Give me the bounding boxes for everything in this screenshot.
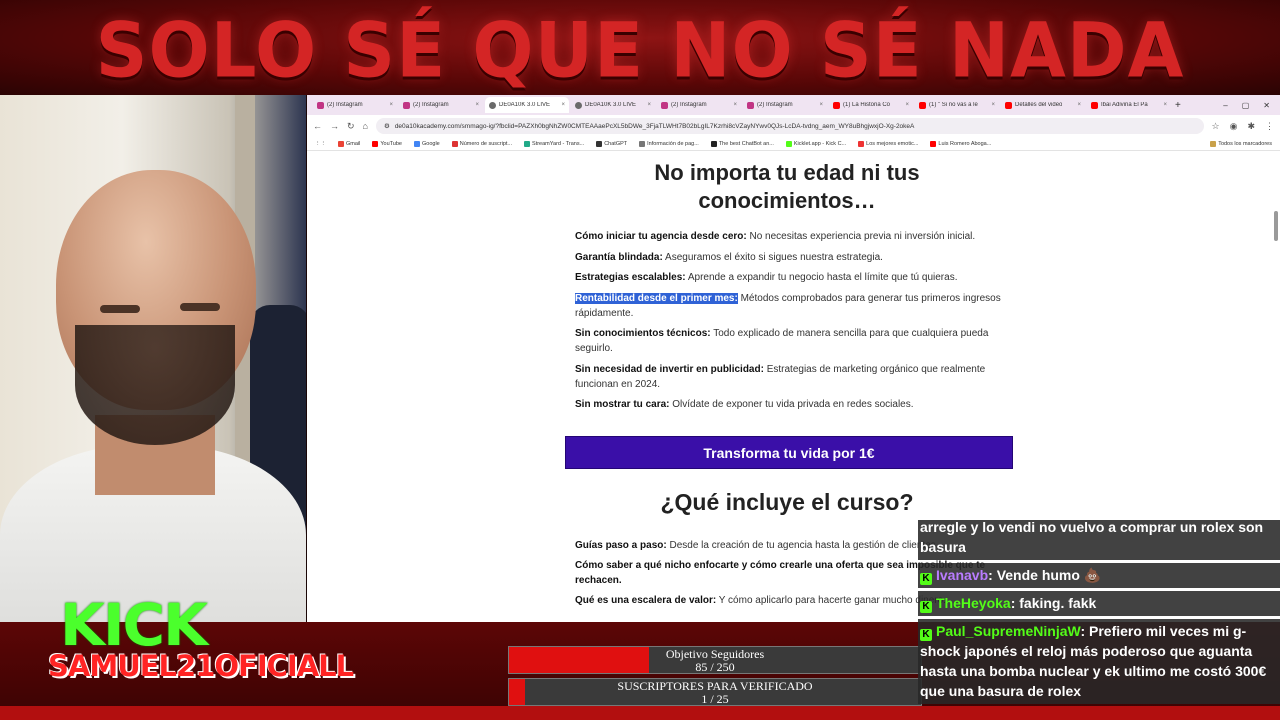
stream-frame: SOLO SÉ QUE NO SÉ NADA (2) Instagram × (2… xyxy=(0,0,1280,720)
streamer-username: SAMUEL21OFICIALL xyxy=(48,649,354,683)
list-item: Sin mostrar tu cara: Olvídate de exponer… xyxy=(575,399,914,410)
youtube-icon xyxy=(919,101,926,109)
minimize-icon[interactable]: – xyxy=(1223,101,1227,110)
tab-3[interactable]: DE0A10K 3.0 LIVE × xyxy=(485,97,569,113)
goal-value: 1 / 25 xyxy=(701,692,729,706)
tab-1[interactable]: (2) Instagram × xyxy=(313,97,397,113)
bookmark-kicklet[interactable]: Kicklet.app - Kick C... xyxy=(785,140,846,147)
menu-icon[interactable]: ⋮ xyxy=(1265,121,1274,132)
extension-icon[interactable]: ◉ xyxy=(1230,121,1238,132)
cta-button[interactable]: Transforma tu vida por 1€ xyxy=(565,436,1013,469)
banner-title: SOLO SÉ QUE NO SÉ NADA xyxy=(95,5,1185,95)
bookmark-subs[interactable]: Número de suscript... xyxy=(451,140,512,147)
tab-5[interactable]: (2) Instagram × xyxy=(657,97,741,113)
tab-10[interactable]: Ibai Adivina El Pa × xyxy=(1087,97,1171,113)
address-bar: ← → ↻ ⌂ ⚙ de0a10kacademy.com/smmago-ig/?… xyxy=(307,115,1280,137)
kick-badge-icon: K xyxy=(920,629,932,641)
instagram-icon xyxy=(317,101,324,109)
globe-icon xyxy=(489,101,496,109)
kick-badge-icon: K xyxy=(920,573,932,585)
instagram-icon xyxy=(747,101,754,109)
chat-username: Ivanavb xyxy=(936,567,989,583)
close-icon[interactable]: × xyxy=(1077,102,1081,108)
close-icon[interactable]: × xyxy=(905,102,909,108)
list-item: Rentabilidad desde el primer mes: Método… xyxy=(575,292,1001,319)
tab-bar: (2) Instagram × (2) Instagram × DE0A10K 3.… xyxy=(307,95,1280,115)
bookmark-streamyard[interactable]: StreamYard - Trans... xyxy=(524,140,584,147)
tab-4[interactable]: DE0A10K 3.0 LIVE × xyxy=(571,97,655,113)
close-icon[interactable]: × xyxy=(475,102,479,108)
instagram-icon xyxy=(661,101,668,109)
webcam-feed xyxy=(0,95,306,643)
youtube-icon xyxy=(1005,101,1012,109)
close-window-icon[interactable]: ✕ xyxy=(1263,101,1270,110)
chat-username: Paul_SupremeNinjaW xyxy=(936,623,1081,639)
followers-goal-bar: Objetivo Seguidores 85 / 250 xyxy=(508,646,922,674)
bookmark-lawyer[interactable]: Luis Romero Aboga... xyxy=(930,140,991,147)
bookmark-youtube[interactable]: YouTube xyxy=(372,140,402,147)
bookmark-info[interactable]: Información de pag... xyxy=(639,140,699,147)
tab-2[interactable]: (2) Instagram × xyxy=(399,97,483,113)
close-icon[interactable]: × xyxy=(1163,102,1167,108)
chat-username: TheHeyoka xyxy=(936,595,1011,611)
url-field[interactable]: ⚙ de0a10kacademy.com/smmago-ig/?fbclid=P… xyxy=(375,118,1204,134)
close-icon[interactable]: × xyxy=(389,102,393,108)
goal-label: Objetivo Seguidores xyxy=(665,647,765,661)
subscribers-goal-bar: SUSCRIPTORES PARA VERIFICADO 1 / 25 xyxy=(508,678,922,706)
tab-7[interactable]: (1) La Historia Co × xyxy=(829,97,913,113)
star-icon[interactable]: ☆ xyxy=(1212,121,1220,132)
site-info-icon[interactable]: ⚙ xyxy=(384,122,390,130)
top-banner: SOLO SÉ QUE NO SÉ NADA xyxy=(0,0,1280,95)
maximize-icon[interactable]: ▢ xyxy=(1242,101,1250,110)
tab-8[interactable]: (1) " Si no vas a le × xyxy=(915,97,999,113)
new-tab-icon[interactable]: + xyxy=(1175,100,1181,111)
chat-message: K TheHeyoka: faking. fakk xyxy=(918,591,1280,616)
home-icon[interactable]: ⌂ xyxy=(363,121,368,131)
chat-message: K Ivanavb: Vende humo 💩 xyxy=(918,563,1280,588)
forward-icon[interactable]: → xyxy=(330,121,339,131)
bookmark-chatgpt[interactable]: ChatGPT xyxy=(596,140,627,147)
list-item: Sin conocimientos técnicos: Todo explica… xyxy=(575,328,989,354)
feature-list: Cómo iniciar tu agencia desde cero: No n… xyxy=(575,229,1015,418)
close-icon[interactable]: × xyxy=(647,102,651,108)
kick-badge-icon: K xyxy=(920,601,932,613)
back-icon[interactable]: ← xyxy=(313,121,322,131)
all-bookmarks[interactable]: Todos los marcadores xyxy=(1210,140,1272,147)
youtube-icon xyxy=(833,101,840,109)
apps-icon[interactable]: ⋮⋮ xyxy=(315,141,326,147)
instagram-icon xyxy=(403,101,410,109)
tab-6[interactable]: (2) Instagram × xyxy=(743,97,827,113)
goal-value: 85 / 250 xyxy=(695,660,735,674)
chat-overlay: arregle y lo vendi no vuelvo a comprar u… xyxy=(918,520,1280,710)
puzzle-icon[interactable]: ✱ xyxy=(1247,121,1255,132)
selected-text: Rentabilidad desde el primer mes: xyxy=(575,292,738,304)
bookmark-chatbot[interactable]: The best ChatBot an... xyxy=(710,140,774,147)
list-item: Garantía blindada: Aseguramos el éxito s… xyxy=(575,251,883,263)
close-icon[interactable]: × xyxy=(819,102,823,108)
bookmark-gmail[interactable]: Gmail xyxy=(338,140,360,147)
list-item: Estrategias escalables: Aprende a expand… xyxy=(575,272,958,283)
youtube-icon xyxy=(1091,101,1098,109)
page-heading: No importa tu edad ni tus conocimientos… xyxy=(654,160,920,213)
section-heading: ¿Qué incluye el curso? xyxy=(660,489,914,515)
chat-message: arregle y lo vendi no vuelvo a comprar u… xyxy=(918,520,1280,560)
reload-icon[interactable]: ↻ xyxy=(347,121,355,132)
scrollbar[interactable] xyxy=(1274,211,1278,241)
globe-icon xyxy=(575,101,582,109)
bookmarks-bar: ⋮⋮ Gmail YouTube Google Número de suscri… xyxy=(307,137,1280,151)
list-item: Cómo iniciar tu agencia desde cero: No n… xyxy=(575,231,976,242)
close-icon[interactable]: × xyxy=(733,102,737,108)
close-icon[interactable]: × xyxy=(991,102,995,108)
goal-label: SUSCRIPTORES PARA VERIFICADO xyxy=(617,679,813,693)
close-icon[interactable]: × xyxy=(561,102,565,108)
list-item: Sin necesidad de invertir en publicidad:… xyxy=(575,363,986,390)
tab-9[interactable]: Detalles del video × xyxy=(1001,97,1085,113)
chat-message: K Paul_SupremeNinjaW: Prefiero mil veces … xyxy=(918,619,1280,704)
bookmark-emotes[interactable]: Los mejores emotic... xyxy=(858,140,918,147)
bookmark-google[interactable]: Google xyxy=(414,140,440,147)
